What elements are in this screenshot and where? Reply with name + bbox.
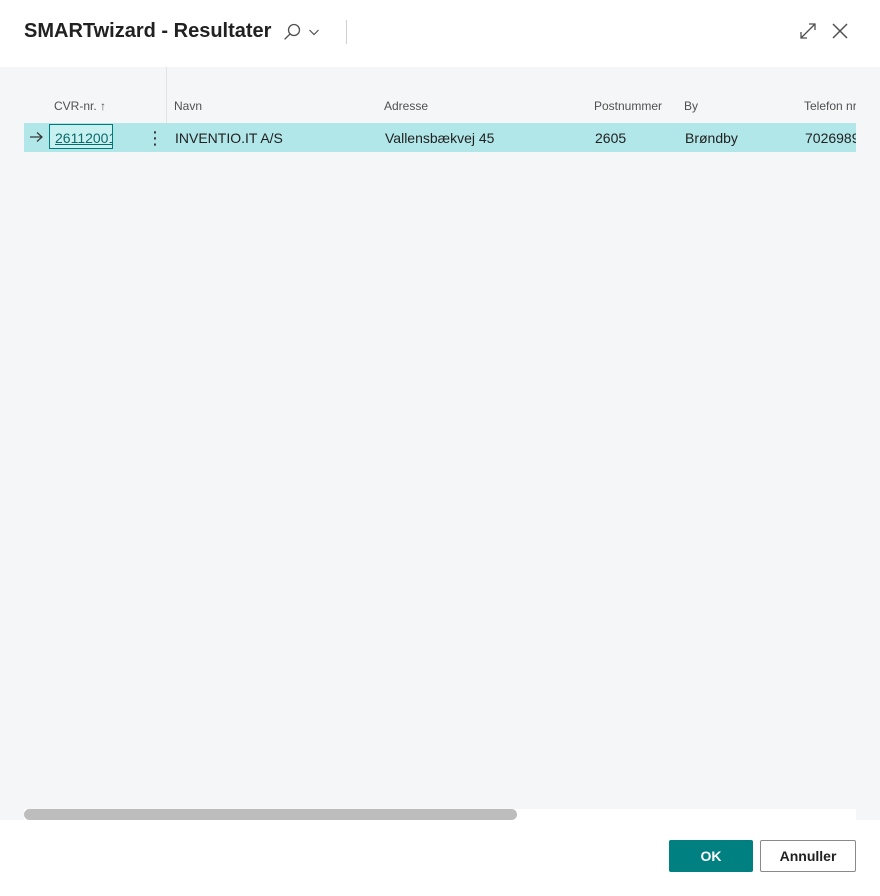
grid-header-row: CVR-nr. ↑ Navn Adresse Postnummer By Tel…: [24, 95, 856, 119]
dialog-footer: OK Annuller: [0, 820, 880, 896]
arrow-right-icon: [30, 132, 43, 142]
cvr-cell[interactable]: 26112001: [49, 124, 113, 149]
header-divider: [346, 20, 347, 44]
cvr-link[interactable]: 26112001: [55, 130, 112, 146]
dialog-content: CVR-nr. ↑ Navn Adresse Postnummer By Tel…: [0, 67, 880, 820]
column-header-postal[interactable]: Postnummer: [594, 99, 662, 113]
expand-icon: [800, 23, 816, 39]
postal-cell[interactable]: 2605: [595, 130, 626, 146]
city-cell[interactable]: Brøndby: [685, 130, 738, 146]
column-header-address[interactable]: Adresse: [384, 99, 428, 113]
scrollbar-thumb[interactable]: [24, 809, 518, 820]
chevron-down-icon: [309, 29, 319, 36]
column-header-label: CVR-nr.: [54, 99, 97, 113]
cancel-button[interactable]: Annuller: [760, 840, 856, 872]
results-grid: CVR-nr. ↑ Navn Adresse Postnummer By Tel…: [24, 67, 856, 807]
column-header-cvr[interactable]: CVR-nr. ↑: [54, 99, 106, 113]
dialog-title: SMARTwizard - Resultater: [24, 20, 272, 42]
column-header-city[interactable]: By: [684, 99, 698, 113]
name-cell[interactable]: INVENTIO.IT A/S: [175, 130, 283, 146]
expand-button[interactable]: [798, 21, 818, 41]
search-button[interactable]: [282, 20, 326, 44]
address-cell[interactable]: Vallensbækvej 45: [385, 130, 494, 146]
sort-ascending-icon: ↑: [100, 99, 107, 113]
close-icon: [832, 23, 848, 39]
dialog-header: SMARTwizard - Resultater: [0, 0, 880, 67]
close-button[interactable]: [830, 21, 850, 41]
table-row[interactable]: 26112001 ⋮ INVENTIO.IT A/S Vallensbækvej…: [24, 123, 856, 152]
column-header-name[interactable]: Navn: [174, 99, 202, 113]
horizontal-scrollbar[interactable]: [24, 809, 856, 820]
ok-button[interactable]: OK: [669, 840, 753, 872]
search-icon: [284, 23, 301, 40]
column-header-phone[interactable]: Telefon nr: [804, 99, 856, 113]
more-vertical-icon[interactable]: ⋮: [146, 127, 164, 149]
phone-cell[interactable]: 70269898: [805, 130, 856, 146]
